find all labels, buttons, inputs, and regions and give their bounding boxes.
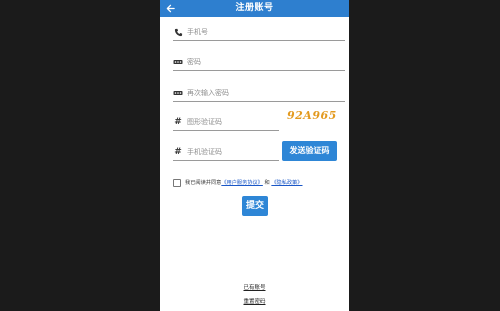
phone-input[interactable]: 手机号 [187,25,345,39]
image-code-underline [173,130,279,131]
password-confirm-input[interactable]: 再次输入密码 [187,86,345,100]
password-dots-icon [173,88,183,98]
phone-icon [173,27,183,37]
image-code-field-row: # 图形验证码 [173,115,279,131]
phone-field-row: 手机号 [173,25,345,41]
agreement-prefix: 我已阅读并同意 [185,180,222,186]
sms-code-input[interactable]: 手机验证码 [187,145,279,159]
password-input[interactable]: 密码 [187,55,345,69]
password-underline [173,70,345,71]
password-confirm-underline [173,101,345,102]
send-code-button[interactable]: 发送验证码 [282,141,337,161]
phone-underline [173,40,345,41]
have-account-link[interactable]: 已有账号 [160,283,349,291]
image-code-input[interactable]: 图形验证码 [187,115,279,129]
agreement-checkbox[interactable] [173,178,181,187]
page-title: 注册账号 [235,3,274,13]
register-screen: 注册账号 手机号 密码 再次输入密码 # 图形验证码 92A965 # 手机验证… [160,0,349,311]
sms-code-field-row: # 手机验证码 [173,145,279,161]
password-field-row: 密码 [173,55,345,71]
hash-icon: # [174,117,182,127]
agreement-row: 我已阅读并同意《用户服务协议》 和 《隐私政策》 [173,177,343,189]
password-confirm-field-row: 再次输入密码 [173,86,345,102]
privacy-policy-link[interactable]: 《隐私政策》 [271,180,302,186]
user-agreement-link[interactable]: 《用户服务协议》 [221,180,263,186]
hash-icon: # [174,147,182,157]
captcha-image[interactable]: 92A965 [287,107,336,125]
reset-password-link[interactable]: 重置密码 [160,297,349,305]
password-dots-icon [173,57,183,67]
sms-code-underline [173,160,279,161]
app-header: 注册账号 [160,0,349,17]
agreement-and: 和 [264,180,270,186]
submit-button[interactable]: 提交 [242,196,268,216]
